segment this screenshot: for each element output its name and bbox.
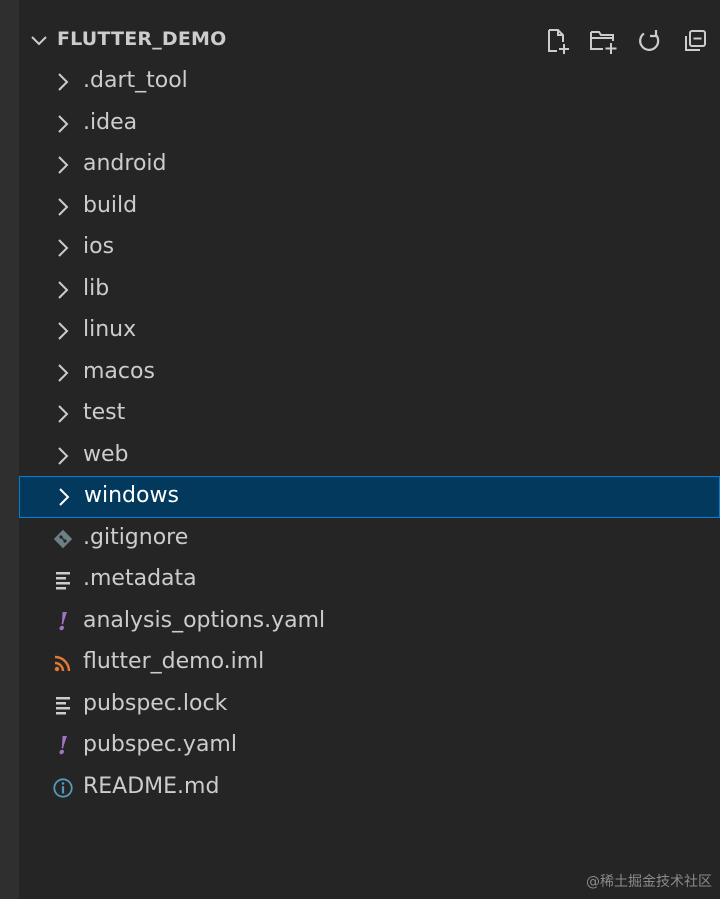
tree-item-label: android <box>83 151 167 176</box>
chevron-right-icon[interactable] <box>52 196 74 218</box>
new-file-button[interactable] <box>542 26 572 56</box>
refresh-icon <box>639 30 660 51</box>
tree-item-label: pubspec.yaml <box>83 732 237 757</box>
tree-item-label: .idea <box>83 109 138 135</box>
chevron-right-icon[interactable] <box>52 279 74 301</box>
chevron-right-icon[interactable] <box>52 403 74 425</box>
tree-item-label: .metadata <box>83 566 197 591</box>
tree-item-web[interactable]: web <box>19 435 720 477</box>
chevron-right-icon[interactable] <box>52 362 74 384</box>
chevron-right-icon[interactable] <box>52 320 74 342</box>
yaml-icon: ! <box>57 606 69 636</box>
yaml-icon: ! <box>57 731 69 760</box>
file-tree: .dart_tool .idea android build ios lib l… <box>19 61 720 808</box>
activity-bar-edge <box>0 0 19 899</box>
tree-item-android[interactable]: android <box>19 144 720 186</box>
tree-item-label: README.md <box>83 773 220 799</box>
tree-item-lib[interactable]: lib <box>19 269 720 311</box>
tree-item-build[interactable]: build <box>19 186 720 228</box>
chevron-right-icon[interactable] <box>52 113 74 135</box>
tree-item-idea[interactable]: .idea <box>19 103 720 145</box>
chevron-right-icon[interactable] <box>52 445 74 467</box>
collapse-folders-button[interactable] <box>680 26 710 56</box>
tree-item-readme[interactable]: README.md <box>19 767 720 809</box>
new-folder-icon <box>590 31 617 54</box>
tree-item-label: windows <box>84 483 179 508</box>
tree-item-label: lib <box>83 275 110 301</box>
tree-item-analysis-options[interactable]: ! analysis_options.yaml <box>19 601 720 643</box>
chevron-right-icon[interactable] <box>53 486 75 508</box>
tree-item-macos[interactable]: macos <box>19 352 720 394</box>
tree-item-test[interactable]: test <box>19 393 720 435</box>
tree-item-label: ios <box>83 234 115 259</box>
tree-item-gitignore[interactable]: .gitignore <box>19 518 720 560</box>
text-lines-icon <box>52 569 74 591</box>
tree-item-linux[interactable]: linux <box>19 310 720 352</box>
explorer-title: FLUTTER_DEMO <box>57 28 227 50</box>
explorer-actions <box>542 26 710 56</box>
explorer-header[interactable]: FLUTTER_DEMO <box>19 20 720 60</box>
tree-item-pubspec-lock[interactable]: pubspec.lock <box>19 684 720 726</box>
tree-item-label: linux <box>83 317 137 342</box>
text-lines-icon <box>52 694 74 716</box>
tree-item-label: .dart_tool <box>83 68 188 93</box>
tree-item-windows[interactable]: windows <box>19 476 720 518</box>
tree-item-flutter-demo-iml[interactable]: flutter_demo.iml <box>19 642 720 684</box>
tree-item-metadata[interactable]: .metadata <box>19 559 720 601</box>
tree-item-dart-tool[interactable]: .dart_tool <box>19 61 720 103</box>
tree-item-label: flutter_demo.iml <box>83 649 265 674</box>
tree-item-label: macos <box>83 358 155 384</box>
watermark: @稀土掘金技术社区 <box>586 874 712 890</box>
new-file-icon <box>548 29 569 54</box>
tree-item-ios[interactable]: ios <box>19 227 720 269</box>
chevron-down-icon[interactable] <box>29 30 49 50</box>
tree-item-label: build <box>83 192 138 218</box>
chevron-right-icon[interactable] <box>52 237 74 259</box>
tree-item-label: pubspec.lock <box>83 690 228 716</box>
tree-item-pubspec-yaml[interactable]: ! pubspec.yaml <box>19 725 720 767</box>
chevron-right-icon[interactable] <box>52 154 74 176</box>
tree-item-label: analysis_options.yaml <box>83 607 326 633</box>
tree-item-label: .gitignore <box>83 524 189 550</box>
new-folder-button[interactable] <box>588 26 618 56</box>
tree-item-label: web <box>83 441 129 467</box>
refresh-explorer-button[interactable] <box>634 26 664 56</box>
collapse-all-icon <box>685 30 706 51</box>
git-icon <box>52 528 74 550</box>
chevron-right-icon[interactable] <box>52 71 74 93</box>
info-icon <box>52 777 74 799</box>
explorer-panel: FLUTTER_DEMO .dart_tool .idea android bu… <box>19 0 720 899</box>
tree-item-label: test <box>83 400 126 425</box>
rss-icon <box>52 652 74 674</box>
